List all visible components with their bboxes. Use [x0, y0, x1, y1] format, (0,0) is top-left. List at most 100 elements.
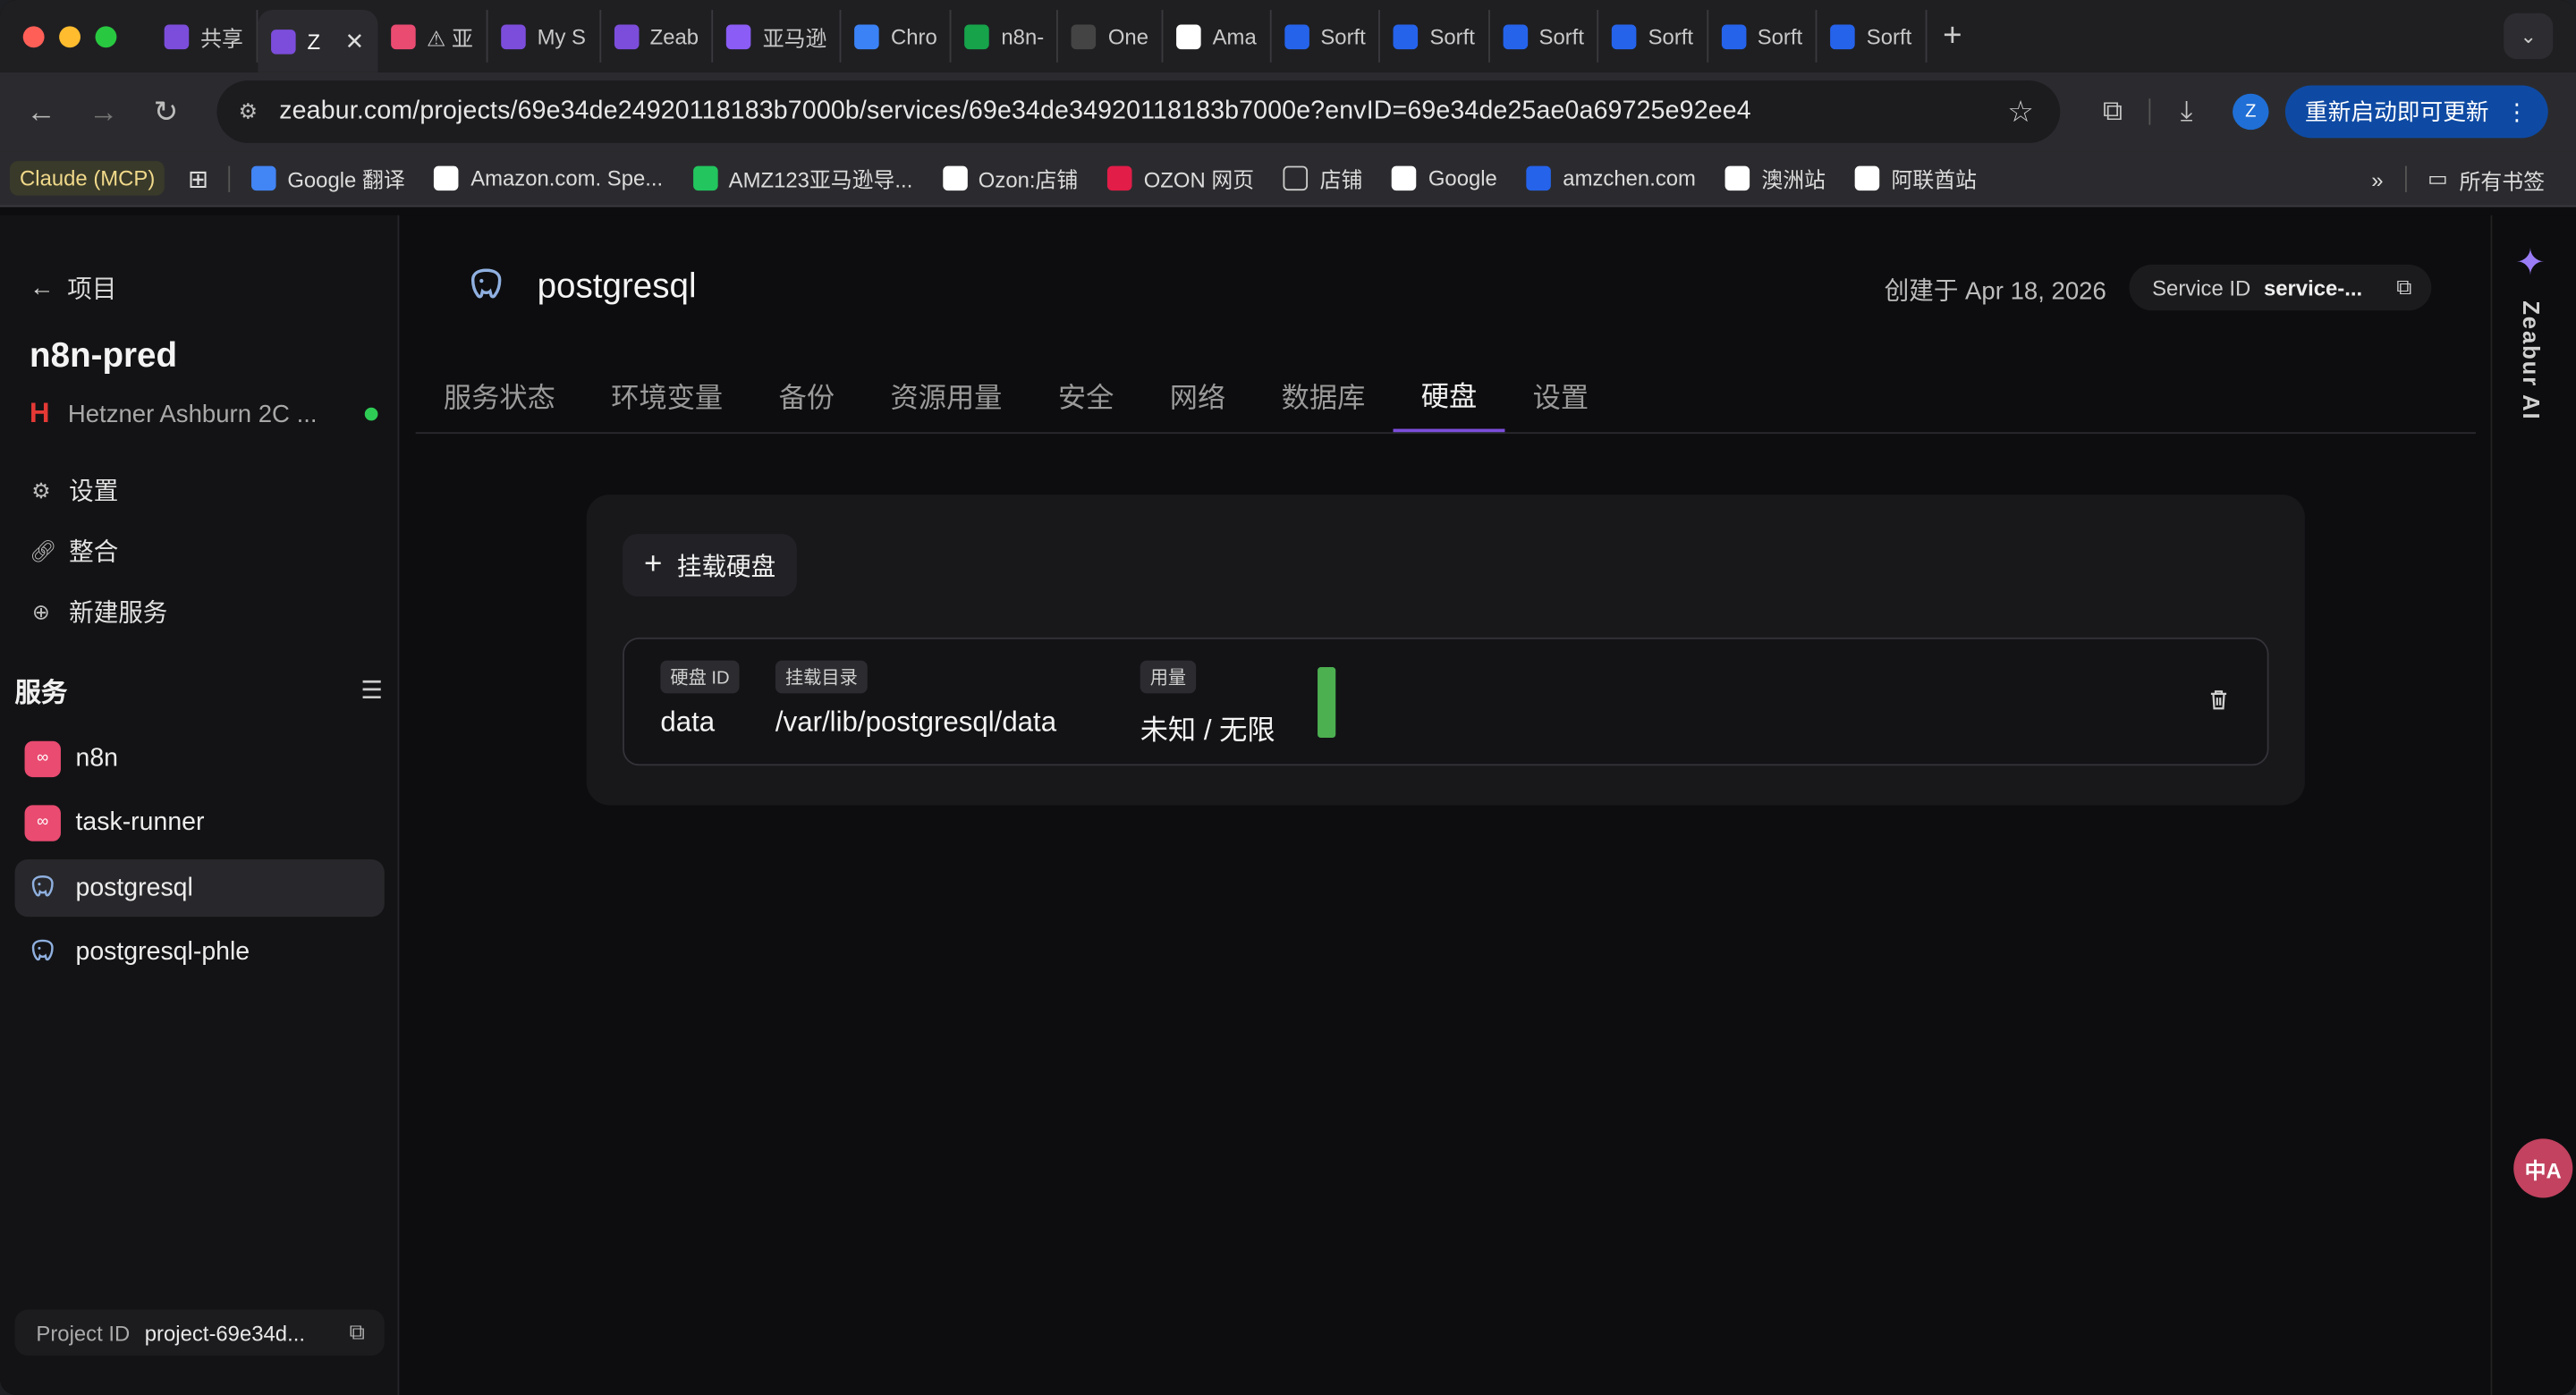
tab-volumes[interactable]: 硬盘: [1393, 357, 1505, 433]
bookmark-item[interactable]: 澳洲站: [1710, 163, 1840, 194]
bookmark-label: AMZ123亚马逊导...: [728, 167, 913, 192]
mount-path-label: 挂载目录: [775, 660, 868, 694]
back-label: 项目: [67, 275, 117, 304]
bookmarks-bar: Claude (MCP) ⊞ Google 翻译 Amazon.com. Spe.…: [0, 151, 2576, 207]
tab-resource-usage[interactable]: 资源用量: [862, 357, 1030, 433]
browser-tab[interactable]: 亚马逊: [714, 10, 842, 63]
browser-tab[interactable]: ⚠ 亚: [377, 10, 488, 63]
forward-button[interactable]: →: [72, 95, 135, 130]
bookmark-item[interactable]: OZON 网页: [1093, 163, 1269, 194]
service-id-chip: Service ID service-... ⧉: [2129, 264, 2432, 311]
service-id-label: Service ID: [2152, 275, 2251, 300]
service-title: postgresql: [537, 267, 697, 306]
browser-tab-label: Chro: [890, 23, 937, 49]
service-item-postgresql[interactable]: postgresql: [14, 858, 385, 917]
reload-button[interactable]: ↻: [135, 95, 198, 130]
bookmark-item[interactable]: Ozon:店铺: [928, 163, 1093, 194]
site-info-icon[interactable]: ⚙: [216, 98, 279, 124]
more-bookmarks-icon[interactable]: »: [2357, 167, 2398, 192]
bookmark-item[interactable]: AMZ123亚马逊导...: [678, 163, 928, 194]
n8n-icon: ∞: [24, 804, 61, 841]
maximize-window-button[interactable]: [95, 25, 117, 47]
browser-tab[interactable]: Zeab: [601, 10, 714, 63]
tab-database[interactable]: 数据库: [1253, 357, 1393, 433]
tab-security[interactable]: 安全: [1030, 357, 1142, 433]
browser-tab[interactable]: 共享: [151, 10, 258, 63]
service-label: task-runner: [75, 807, 205, 836]
tab-status[interactable]: 服务状态: [416, 357, 583, 433]
service-item-task-runner[interactable]: ∞ task-runner: [15, 793, 385, 850]
drive-icon: [964, 23, 990, 49]
sorftime-icon: [1721, 23, 1746, 49]
translate-icon[interactable]: 中A: [2513, 1138, 2573, 1198]
browser-tab[interactable]: Sorft: [1818, 10, 1927, 63]
bookmark-claude[interactable]: Claude (MCP): [10, 161, 165, 196]
usage-value: 未知 / 无限: [1140, 714, 1275, 747]
service-tabs: 服务状态 环境变量 备份 资源用量 安全 网络 数据库 硬盘 设置: [415, 357, 2476, 435]
bookmark-item[interactable]: Google 翻译: [236, 163, 419, 194]
sidebar-item-new-service[interactable]: ⊕ 新建服务: [30, 595, 167, 630]
browser-tab[interactable]: n8n-: [952, 10, 1059, 63]
copy-icon[interactable]: ⧉: [350, 1319, 365, 1345]
all-bookmarks[interactable]: ▭ 所有书签: [2413, 164, 2560, 195]
close-window-button[interactable]: [22, 25, 45, 47]
update-button[interactable]: 重新启动即可更新 ⋮: [2284, 85, 2548, 139]
trash-icon[interactable]: [2207, 687, 2232, 720]
browser-tab[interactable]: Sorft: [1708, 10, 1818, 63]
tab-network[interactable]: 网络: [1142, 357, 1254, 433]
mount-volume-button[interactable]: + 挂载硬盘: [623, 534, 798, 596]
minimize-window-button[interactable]: [59, 25, 80, 47]
back-to-projects-link[interactable]: ← 项目: [30, 271, 116, 306]
close-icon[interactable]: ✕: [345, 27, 365, 55]
bookmark-divider: [228, 165, 231, 192]
browser-tab[interactable]: Sorft: [1380, 10, 1490, 63]
browser-tab[interactable]: Sorft: [1599, 10, 1708, 63]
service-item-postgresql-phle[interactable]: postgresql-phle: [15, 924, 385, 981]
tab-backup[interactable]: 备份: [750, 357, 862, 433]
ozon-icon: [1107, 165, 1132, 191]
url-text: zeabur.com/projects/69e34de24920118183b7…: [279, 97, 1751, 125]
browser-tab[interactable]: Chro: [842, 10, 953, 63]
bookmark-item[interactable]: 店铺: [1269, 163, 1377, 194]
browser-tab-label: Ama: [1212, 23, 1257, 49]
tab-search-button[interactable]: ⌄: [2504, 13, 2554, 60]
new-tab-button[interactable]: +: [1943, 17, 1962, 55]
service-item-n8n[interactable]: ∞ n8n: [15, 730, 385, 787]
browser-tab[interactable]: Z ✕: [258, 10, 377, 72]
sidebar-item-label: 新建服务: [69, 599, 168, 628]
address-bar[interactable]: ⚙ zeabur.com/projects/69e34de24920118183…: [216, 80, 2061, 143]
browser-tab[interactable]: Sorft: [1271, 10, 1381, 63]
bookmark-item[interactable]: Google: [1377, 165, 1512, 191]
sparkle-icon[interactable]: ✦: [2515, 241, 2546, 284]
created-date: 创建于 Apr 18, 2026: [1884, 277, 2106, 306]
bookmark-item[interactable]: 阿联酋站: [1841, 163, 1992, 194]
tab-env-vars[interactable]: 环境变量: [583, 357, 750, 433]
extensions-icon[interactable]: ⧉: [2083, 96, 2142, 129]
bookmark-star-icon[interactable]: ☆: [2007, 96, 2034, 131]
project-region[interactable]: H Hetzner Ashburn 2C ...: [30, 398, 378, 431]
browser-tab[interactable]: Sorft: [1489, 10, 1599, 63]
browser-tab-strip: 共享 Z ✕ ⚠ 亚 My S Zeab 亚马逊 Chro n8n- One Ama Sorft Sor…: [0, 0, 2576, 72]
back-button[interactable]: ←: [10, 95, 72, 130]
browser-tab[interactable]: My S: [487, 10, 601, 63]
service-main: postgresql 创建于 Apr 18, 2026 Service ID se…: [401, 216, 2490, 1395]
project-name: n8n-pred: [30, 336, 178, 375]
tab-settings[interactable]: 设置: [1504, 357, 1616, 433]
list-menu-icon[interactable]: ☰: [360, 675, 383, 705]
bookmark-item[interactable]: Amazon.com. Spe...: [419, 165, 677, 191]
bookmark-item[interactable]: amzchen.com: [1512, 165, 1710, 191]
browser-tab[interactable]: Ama: [1164, 10, 1272, 63]
apps-grid-icon[interactable]: ⊞: [174, 164, 221, 193]
gemini-icon: [854, 23, 880, 49]
profile-avatar[interactable]: Z: [2233, 93, 2269, 131]
download-icon[interactable]: ⤓: [2157, 96, 2216, 129]
sidebar-item-settings[interactable]: ⚙ 设置: [30, 473, 118, 508]
browser-tab[interactable]: One: [1059, 10, 1164, 63]
copy-icon[interactable]: ⧉: [2396, 275, 2411, 300]
browser-tab-label: 共享: [200, 25, 243, 51]
folder-icon: [1284, 165, 1309, 191]
zeabur-ai-label[interactable]: Zeabur AI: [2519, 300, 2545, 420]
sidebar-item-integrations[interactable]: 🔗︎ 整合: [30, 534, 118, 569]
region-label: Hetzner Ashburn 2C ...: [67, 400, 318, 428]
bookmark-label: Ozon:店铺: [978, 167, 1079, 192]
